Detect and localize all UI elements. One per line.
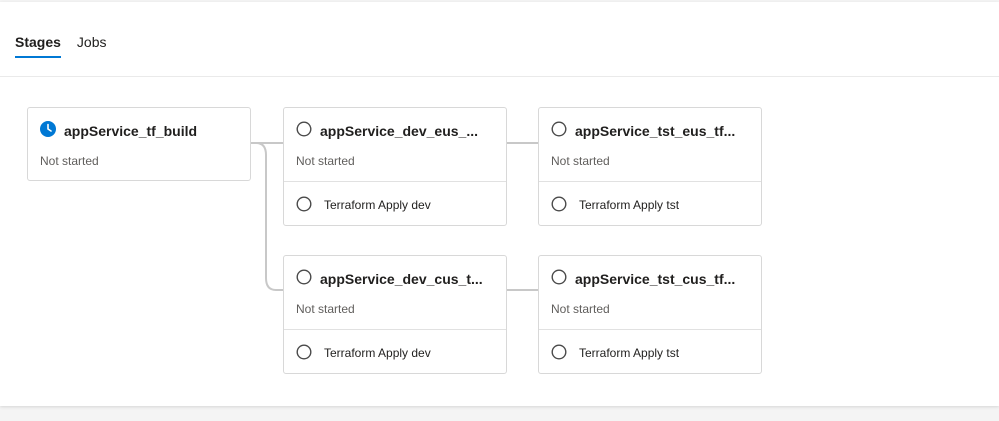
stage-header: appService_tf_build Not started (28, 108, 250, 181)
stage-card-dev-eus[interactable]: appService_dev_eus_... Not started Terra… (283, 107, 507, 226)
stage-card-tst-eus[interactable]: appService_tst_eus_tf... Not started Ter… (538, 107, 762, 226)
empty-circle-icon (551, 196, 567, 212)
stage-title: appService_tst_cus_tf... (575, 271, 736, 287)
job-label: Terraform Apply tst (579, 346, 680, 360)
stage-header: appService_tst_eus_tf... Not started (539, 108, 761, 181)
job-row[interactable]: Terraform Apply dev (284, 181, 506, 226)
stage-status: Not started (551, 154, 610, 168)
clock-icon (40, 121, 56, 137)
job-label: Terraform Apply dev (324, 198, 431, 212)
stage-header: appService_dev_eus_... Not started (284, 108, 506, 181)
stage-title: appService_dev_eus_... (320, 123, 478, 139)
job-label: Terraform Apply dev (324, 346, 431, 360)
empty-circle-icon (296, 269, 312, 285)
connector-build-to-dev-cus (250, 142, 284, 291)
stage-card-dev-cus[interactable]: appService_dev_cus_t... Not started Terr… (283, 255, 507, 374)
stages-canvas: appService_tf_build Not started appServi… (0, 0, 999, 421)
empty-circle-icon (296, 196, 312, 212)
stage-status: Not started (296, 302, 355, 316)
job-row[interactable]: Terraform Apply dev (284, 329, 506, 374)
stage-card-build[interactable]: appService_tf_build Not started (27, 107, 251, 181)
stage-header: appService_tst_cus_tf... Not started (539, 256, 761, 329)
empty-circle-icon (296, 121, 312, 137)
job-row[interactable]: Terraform Apply tst (539, 329, 761, 374)
empty-circle-icon (551, 344, 567, 360)
stage-title: appService_tf_build (64, 123, 198, 139)
job-row[interactable]: Terraform Apply tst (539, 181, 761, 226)
empty-circle-icon (296, 344, 312, 360)
stage-title: appService_dev_cus_t... (320, 271, 483, 287)
stage-status: Not started (40, 154, 99, 168)
stage-header: appService_dev_cus_t... Not started (284, 256, 506, 329)
job-label: Terraform Apply tst (579, 198, 680, 212)
stage-status: Not started (551, 302, 610, 316)
stage-card-tst-cus[interactable]: appService_tst_cus_tf... Not started Ter… (538, 255, 762, 374)
empty-circle-icon (551, 121, 567, 137)
empty-circle-icon (551, 269, 567, 285)
stage-title: appService_tst_eus_tf... (575, 123, 736, 139)
stage-status: Not started (296, 154, 355, 168)
